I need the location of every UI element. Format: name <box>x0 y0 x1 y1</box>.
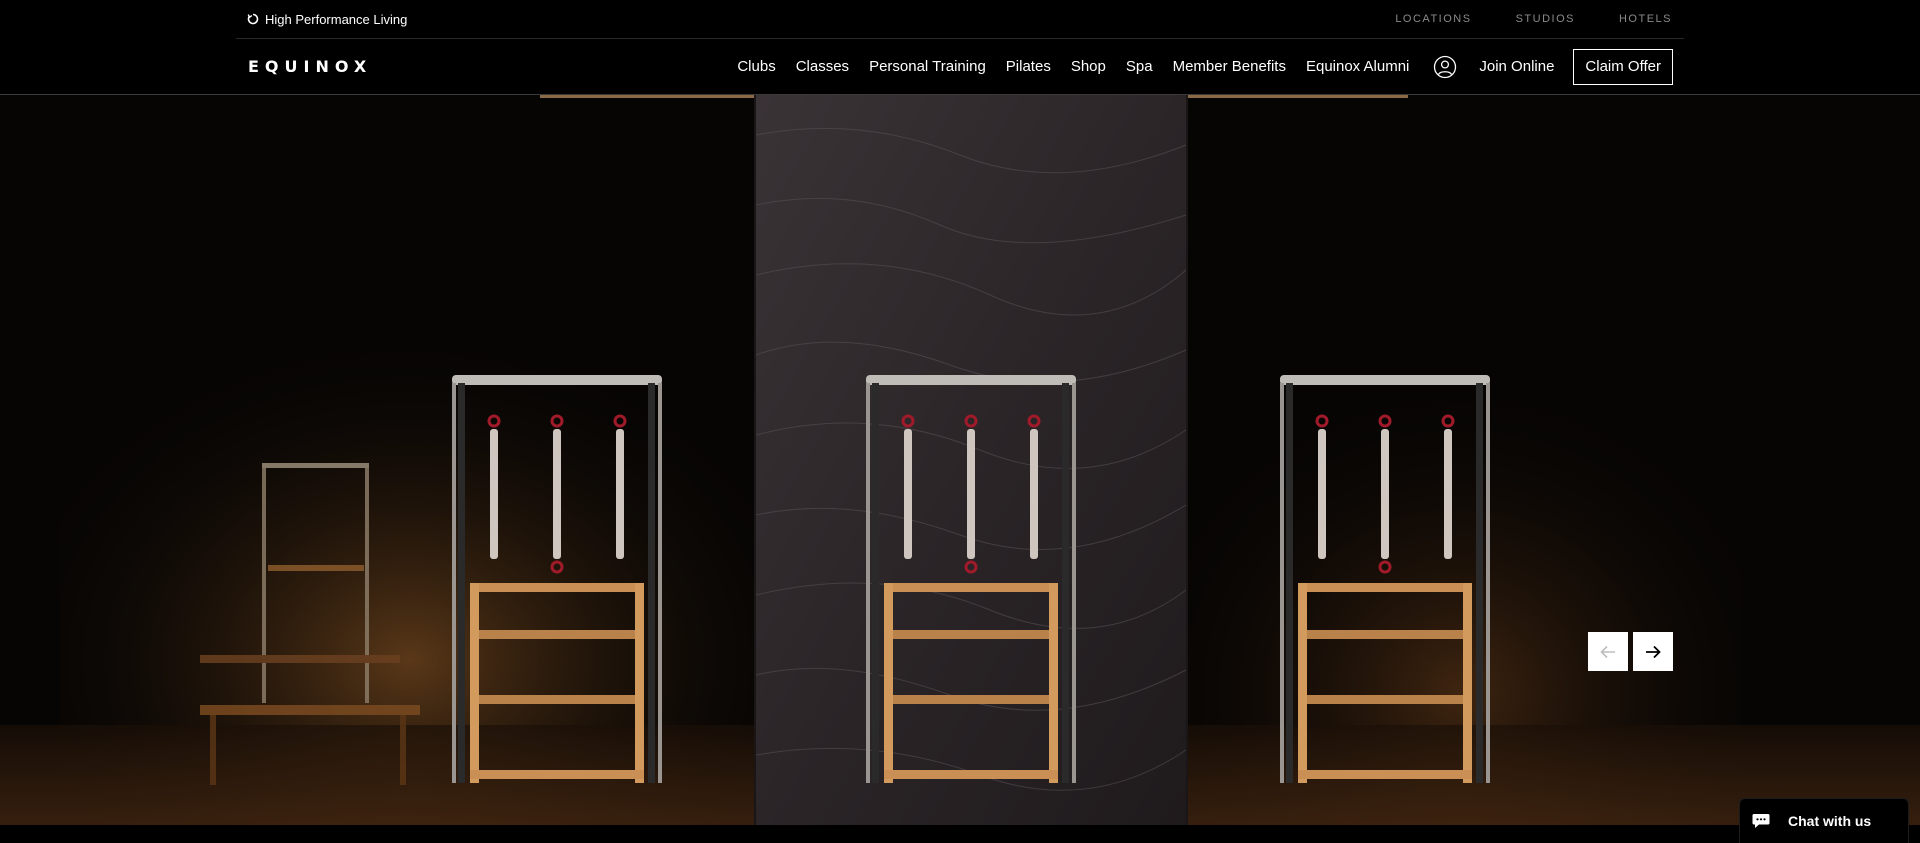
utility-bar: High Performance Living LOCATIONS STUDIO… <box>236 0 1684 39</box>
pilates-studio-illustration <box>0 95 1920 825</box>
carousel-next-button[interactable] <box>1633 632 1673 671</box>
arrow-right-icon <box>1646 645 1661 658</box>
nav-link-personal-training[interactable]: Personal Training <box>869 58 986 75</box>
nav-link-clubs[interactable]: Clubs <box>737 58 775 75</box>
nav-link-shop[interactable]: Shop <box>1071 58 1106 75</box>
nav-link-pilates[interactable]: Pilates <box>1006 58 1051 75</box>
utility-link-studios[interactable]: STUDIOS <box>1516 13 1575 25</box>
carousel-prev-button[interactable] <box>1588 632 1628 671</box>
utility-link-hotels[interactable]: HOTELS <box>1619 13 1672 25</box>
claim-offer-button[interactable]: Claim Offer <box>1573 48 1673 85</box>
carousel-controls <box>1588 632 1673 671</box>
nav-link-equinox-alumni[interactable]: Equinox Alumni <box>1306 58 1409 75</box>
tagline-text: High Performance Living <box>265 11 408 27</box>
nav-link-classes[interactable]: Classes <box>796 58 849 75</box>
chat-label: Chat with us <box>1788 813 1872 829</box>
arrow-left-icon <box>1600 645 1615 658</box>
main-nav: EQUINOX Clubs Classes Personal Training … <box>236 39 1684 94</box>
tagline: High Performance Living <box>247 12 407 27</box>
hero-image <box>0 95 1920 825</box>
nav-links: Clubs Classes Personal Training Pilates … <box>737 58 1409 75</box>
nav-right: Clubs Classes Personal Training Pilates … <box>737 48 1673 85</box>
chat-bubble-icon <box>1752 814 1770 828</box>
utility-link-locations[interactable]: LOCATIONS <box>1395 13 1471 25</box>
utility-links: LOCATIONS STUDIOS HOTELS <box>1395 13 1672 25</box>
join-online-link[interactable]: Join Online <box>1479 58 1554 75</box>
chat-widget-button[interactable]: Chat with us <box>1739 798 1909 843</box>
nav-link-spa[interactable]: Spa <box>1126 58 1153 75</box>
refresh-icon <box>247 13 259 25</box>
nav-link-member-benefits[interactable]: Member Benefits <box>1173 58 1286 75</box>
user-circle-icon[interactable] <box>1433 55 1457 79</box>
equinox-logo[interactable]: EQUINOX <box>248 57 372 76</box>
